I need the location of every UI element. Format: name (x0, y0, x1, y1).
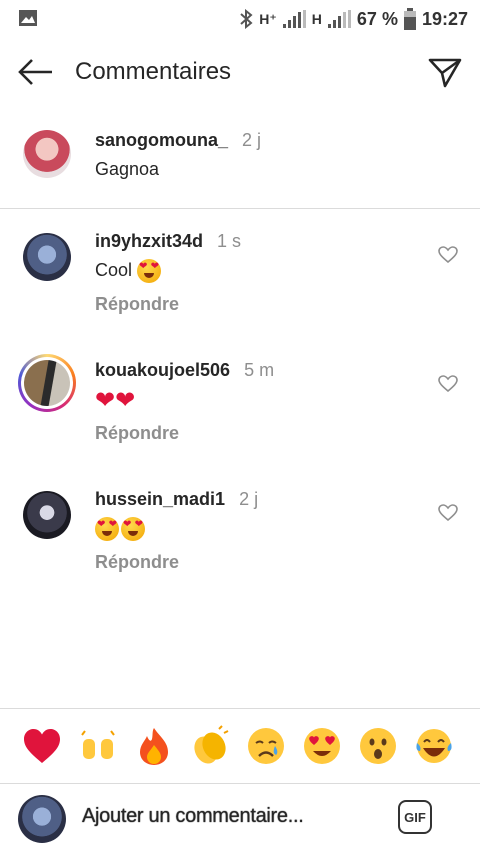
heart-eyes-icon[interactable] (301, 725, 343, 767)
like-heart-icon[interactable] (438, 246, 458, 264)
avatar (18, 795, 66, 843)
clapping-hands-icon[interactable] (189, 725, 231, 767)
send-icon[interactable] (428, 56, 462, 88)
like-heart-icon[interactable] (438, 375, 458, 393)
avatar-story-ring[interactable] (18, 354, 76, 412)
reply-button[interactable]: Répondre (95, 423, 179, 444)
caption-text: Gagnoa (95, 159, 160, 179)
red-heart-icon[interactable] (21, 725, 63, 767)
avatar[interactable] (23, 491, 71, 539)
back-arrow-icon[interactable] (18, 58, 54, 86)
comment-item: hussein_madi1 2 j Répondre (0, 467, 480, 596)
battery-icon (403, 8, 416, 30)
clock: 19:27 (421, 8, 468, 29)
heart-eyes-emoji (95, 517, 119, 541)
tears-of-joy-icon[interactable] (413, 725, 455, 767)
reply-button[interactable]: Répondre (95, 552, 179, 573)
comment-time: 5 m (244, 360, 275, 380)
red-heart-emoji: ❤ (95, 387, 116, 414)
astonished-face-icon[interactable] (357, 725, 399, 767)
like-heart-icon[interactable] (438, 504, 458, 522)
comment-item: in9yhzxit34d 1 s Cool Répondre (0, 209, 480, 338)
raising-hands-icon[interactable] (77, 725, 119, 767)
signal-icon (282, 10, 306, 28)
comment-time: 1 s (217, 231, 242, 251)
post-caption: sanogomouna_ 2 j Gagnoa (0, 106, 480, 209)
avatar[interactable] (23, 130, 71, 178)
comment-input[interactable]: Ajouter un commentaire... (82, 805, 304, 828)
crying-face-icon[interactable] (245, 725, 287, 767)
comment-item: kouakoujoel506 5 m ❤❤ Répondre (0, 338, 480, 467)
red-heart-emoji: ❤ (115, 387, 136, 414)
bluetooth-icon (240, 9, 253, 29)
heart-eyes-emoji (121, 517, 145, 541)
avatar[interactable] (23, 233, 71, 281)
fire-icon[interactable] (133, 725, 175, 767)
comment-text-row: ❤❤ (95, 388, 135, 414)
battery-percent: 67 % (356, 8, 398, 29)
reply-button[interactable]: Répondre (95, 294, 179, 315)
comment-composer: Ajouter un commentaire... GIF (0, 783, 480, 854)
comment-username[interactable]: kouakoujoel506 (95, 360, 230, 380)
caption-time: 2 j (242, 130, 262, 150)
comment-text-row (95, 517, 147, 541)
header: Commentaires (0, 38, 480, 106)
comment-time: 2 j (239, 489, 259, 509)
caption-username[interactable]: sanogomouna_ (95, 130, 228, 150)
signal-icon-2 (327, 10, 351, 28)
network-type-2: H (311, 11, 322, 27)
network-type-1: H⁺ (259, 10, 277, 27)
status-bar: H⁺ H 67 % 19:27 (0, 0, 480, 38)
emoji-reaction-bar (0, 708, 480, 784)
comment-username[interactable]: in9yhzxit34d (95, 231, 203, 251)
comment-text: Cool (95, 259, 133, 280)
heart-eyes-emoji (137, 259, 162, 283)
gallery-icon (19, 10, 37, 26)
comment-text-row: Cool (95, 259, 163, 283)
page-title: Commentaires (75, 58, 232, 85)
gif-button[interactable]: GIF (398, 800, 432, 834)
comment-username[interactable]: hussein_madi1 (95, 489, 225, 509)
